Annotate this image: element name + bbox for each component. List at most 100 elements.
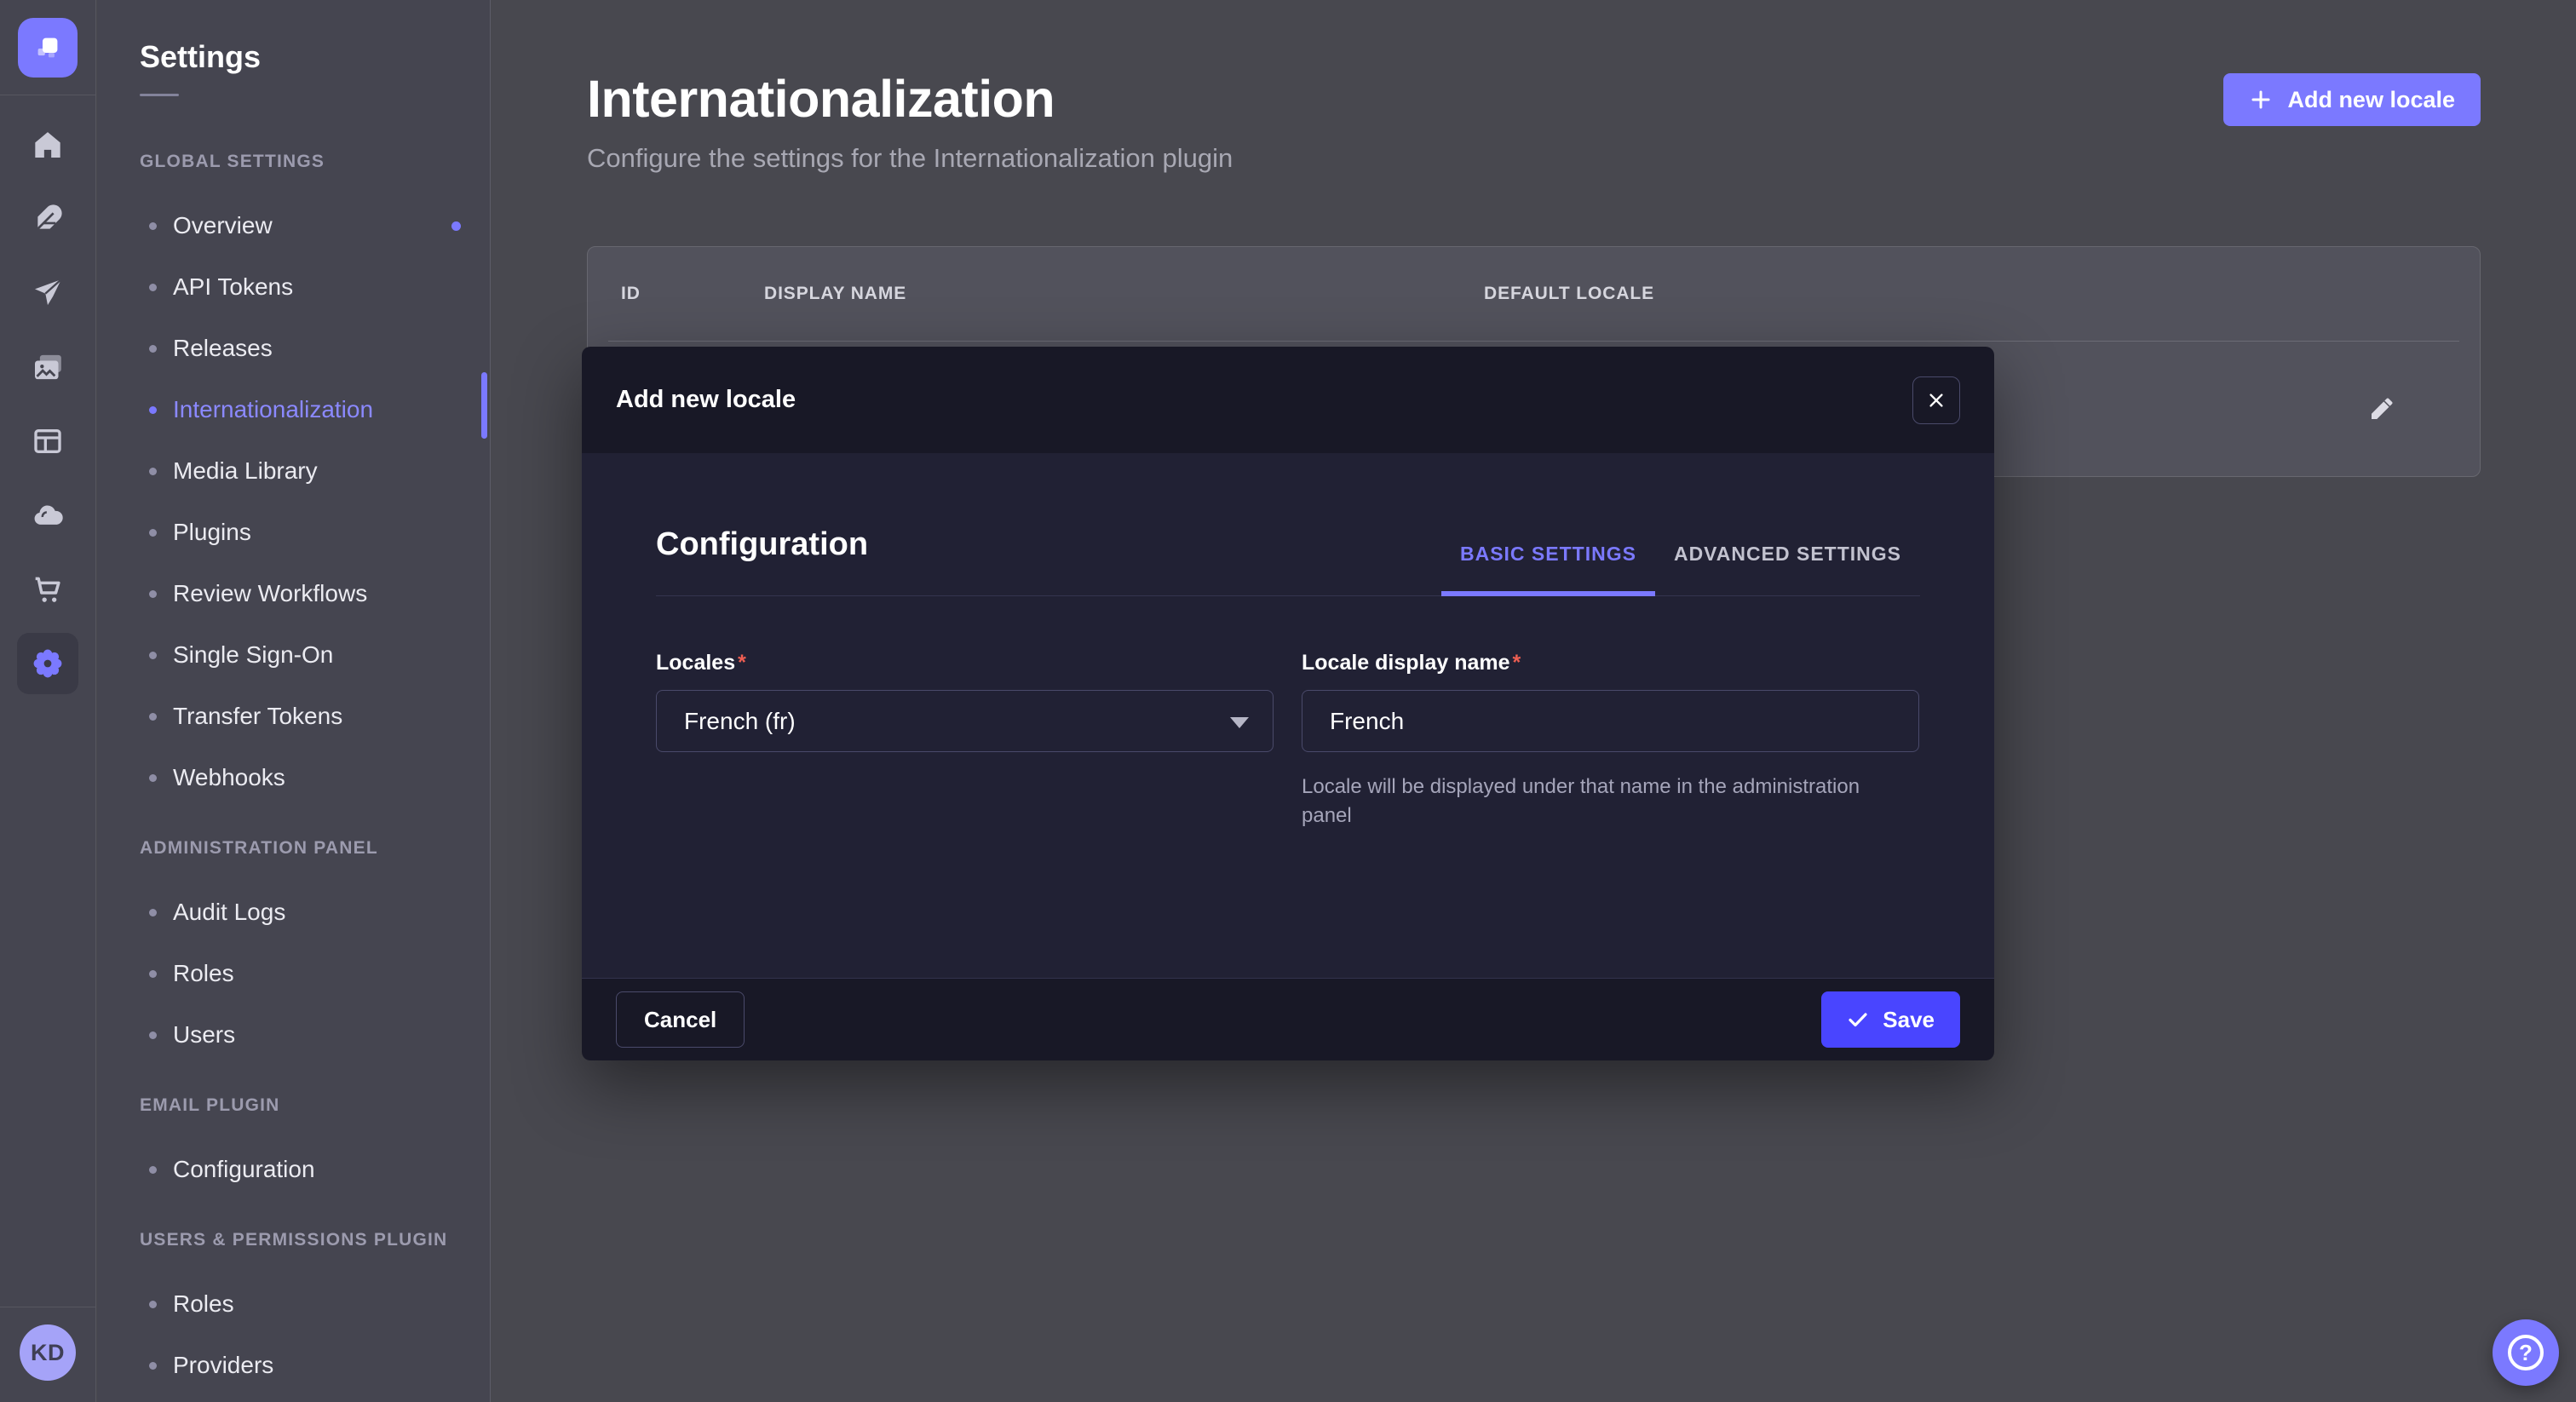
close-modal-button[interactable] — [1912, 376, 1960, 424]
save-button[interactable]: Save — [1821, 991, 1960, 1048]
plus-icon — [2249, 88, 2273, 112]
sidebar-item-up-roles[interactable]: Roles — [97, 1273, 490, 1335]
main-nav-rail: KD — [0, 0, 96, 1402]
sidebar-item-single-sign-on[interactable]: Single Sign-On — [97, 624, 490, 686]
sidebar-item-label: Users — [173, 1021, 235, 1049]
locales-label: Locales* — [656, 651, 1274, 675]
content-manager-nav-button[interactable] — [17, 188, 78, 250]
sidebar-item-label: Media Library — [173, 457, 318, 485]
bullet-icon — [149, 406, 157, 414]
section-label: GLOBAL SETTINGS — [140, 151, 490, 173]
sidebar-item-label: API Tokens — [173, 273, 293, 301]
sidebar-item-releases[interactable]: Releases — [97, 318, 490, 379]
bullet-icon — [149, 222, 157, 230]
paper-plane-icon — [31, 276, 65, 310]
page-subtitle: Configure the settings for the Internati… — [587, 143, 2481, 174]
cloud-nav-button[interactable] — [17, 485, 78, 546]
modal-header: Add new locale — [582, 347, 1994, 453]
tab-basic-settings[interactable]: BASIC SETTINGS — [1441, 543, 1655, 596]
save-button-label: Save — [1883, 1007, 1935, 1033]
content-type-builder-nav-button[interactable] — [17, 411, 78, 472]
locales-select[interactable]: French (fr) — [656, 690, 1274, 752]
section-label: EMAIL PLUGIN — [140, 1095, 490, 1117]
sidebar-item-configuration[interactable]: Configuration — [97, 1139, 490, 1200]
modal-fields: Locales* French (fr) Locale display name… — [656, 651, 1920, 850]
sidebar-item-internationalization[interactable]: Internationalization — [97, 379, 490, 440]
user-avatar[interactable]: KD — [20, 1324, 76, 1381]
sidebar-item-label: Internationalization — [173, 396, 373, 423]
modal-footer: Cancel Save — [582, 978, 1994, 1060]
subnav-scrollbar-thumb[interactable] — [481, 372, 487, 439]
home-nav-button[interactable] — [17, 114, 78, 175]
bullet-icon — [149, 529, 157, 537]
settings-tabs: BASIC SETTINGS ADVANCED SETTINGS — [1441, 543, 1920, 595]
page-title: Internationalization — [587, 68, 2481, 129]
bullet-icon — [149, 652, 157, 659]
rail-bottom: KD — [0, 1307, 95, 1402]
sidebar-item-webhooks[interactable]: Webhooks — [97, 747, 490, 808]
media-library-nav-button[interactable] — [17, 336, 78, 398]
deploy-nav-button[interactable] — [17, 262, 78, 324]
sidebar-item-api-tokens[interactable]: API Tokens — [97, 256, 490, 318]
sidebar-item-plugins[interactable]: Plugins — [97, 502, 490, 563]
section-label: ADMINISTRATION PANEL — [140, 837, 490, 859]
display-name-label: Locale display name* — [1302, 651, 1919, 675]
display-name-input-value: French — [1330, 708, 1404, 735]
edit-locale-button[interactable] — [2368, 395, 2395, 422]
cancel-button[interactable]: Cancel — [616, 991, 745, 1048]
sidebar-item-transfer-tokens[interactable]: Transfer Tokens — [97, 686, 490, 747]
sidebar-item-audit-logs[interactable]: Audit Logs — [97, 882, 490, 943]
settings-nav-button[interactable] — [17, 633, 78, 694]
sidebar-item-roles[interactable]: Roles — [97, 943, 490, 1004]
sidebar-item-media-library[interactable]: Media Library — [97, 440, 490, 502]
required-asterisk: * — [738, 651, 746, 675]
sidebar-item-label: Plugins — [173, 519, 251, 546]
required-asterisk: * — [1513, 651, 1521, 675]
column-header-default-locale: DEFAULT LOCALE — [1484, 284, 1654, 304]
bullet-icon — [149, 590, 157, 598]
cloud-icon — [31, 498, 65, 532]
sidebar-item-overview[interactable]: Overview — [97, 195, 490, 256]
strapi-admin-app: KD Settings GLOBAL SETTINGS Overview API… — [0, 0, 2576, 1402]
marketplace-nav-button[interactable] — [17, 559, 78, 620]
settings-subnav: Settings GLOBAL SETTINGS Overview API To… — [97, 0, 491, 1402]
check-icon — [1847, 1008, 1869, 1031]
sidebar-item-label: Audit Logs — [173, 899, 285, 926]
pictures-icon — [31, 350, 65, 384]
locales-table-header: ID DISPLAY NAME DEFAULT LOCALE — [608, 247, 2459, 342]
modal-title: Add new locale — [616, 386, 796, 414]
bullet-icon — [149, 284, 157, 291]
sidebar-item-label: Providers — [173, 1352, 273, 1379]
notification-dot — [451, 221, 461, 231]
bullet-icon — [149, 774, 157, 782]
column-header-display-name: DISPLAY NAME — [764, 284, 1484, 304]
tab-advanced-settings[interactable]: ADVANCED SETTINGS — [1655, 543, 1920, 596]
sidebar-item-review-workflows[interactable]: Review Workflows — [97, 563, 490, 624]
bullet-icon — [149, 970, 157, 978]
strapi-logo[interactable] — [18, 18, 78, 78]
help-button[interactable]: ? — [2493, 1319, 2559, 1386]
shopping-cart-icon — [31, 572, 65, 606]
modal-body: Configuration BASIC SETTINGS ADVANCED SE… — [582, 453, 1994, 978]
chevron-down-icon — [1230, 717, 1249, 728]
sidebar-item-label: Roles — [173, 960, 234, 987]
subnav-section-email-plugin: EMAIL PLUGIN Configuration — [97, 1095, 490, 1200]
subnav-section-administration-panel: ADMINISTRATION PANEL Audit Logs Roles Us… — [97, 837, 490, 1066]
configuration-title: Configuration — [656, 526, 868, 563]
sidebar-item-providers[interactable]: Providers — [97, 1335, 490, 1396]
locales-select-value: French (fr) — [684, 708, 796, 735]
sidebar-item-users[interactable]: Users — [97, 1004, 490, 1066]
sidebar-item-label: Single Sign-On — [173, 641, 333, 669]
column-header-id: ID — [621, 284, 764, 304]
locale-display-name-input[interactable]: French — [1302, 690, 1919, 752]
sidebar-item-label: Configuration — [173, 1156, 315, 1183]
section-label: USERS & PERMISSIONS PLUGIN — [140, 1229, 490, 1251]
layout-icon — [31, 424, 65, 458]
rail-icon-list — [17, 114, 78, 694]
display-name-hint: Locale will be displayed under that name… — [1302, 773, 1898, 830]
add-new-locale-button[interactable]: Add new locale — [2223, 73, 2481, 126]
bullet-icon — [149, 345, 157, 353]
bullet-icon — [149, 1362, 157, 1370]
bullet-icon — [149, 1301, 157, 1308]
home-icon — [31, 128, 65, 162]
